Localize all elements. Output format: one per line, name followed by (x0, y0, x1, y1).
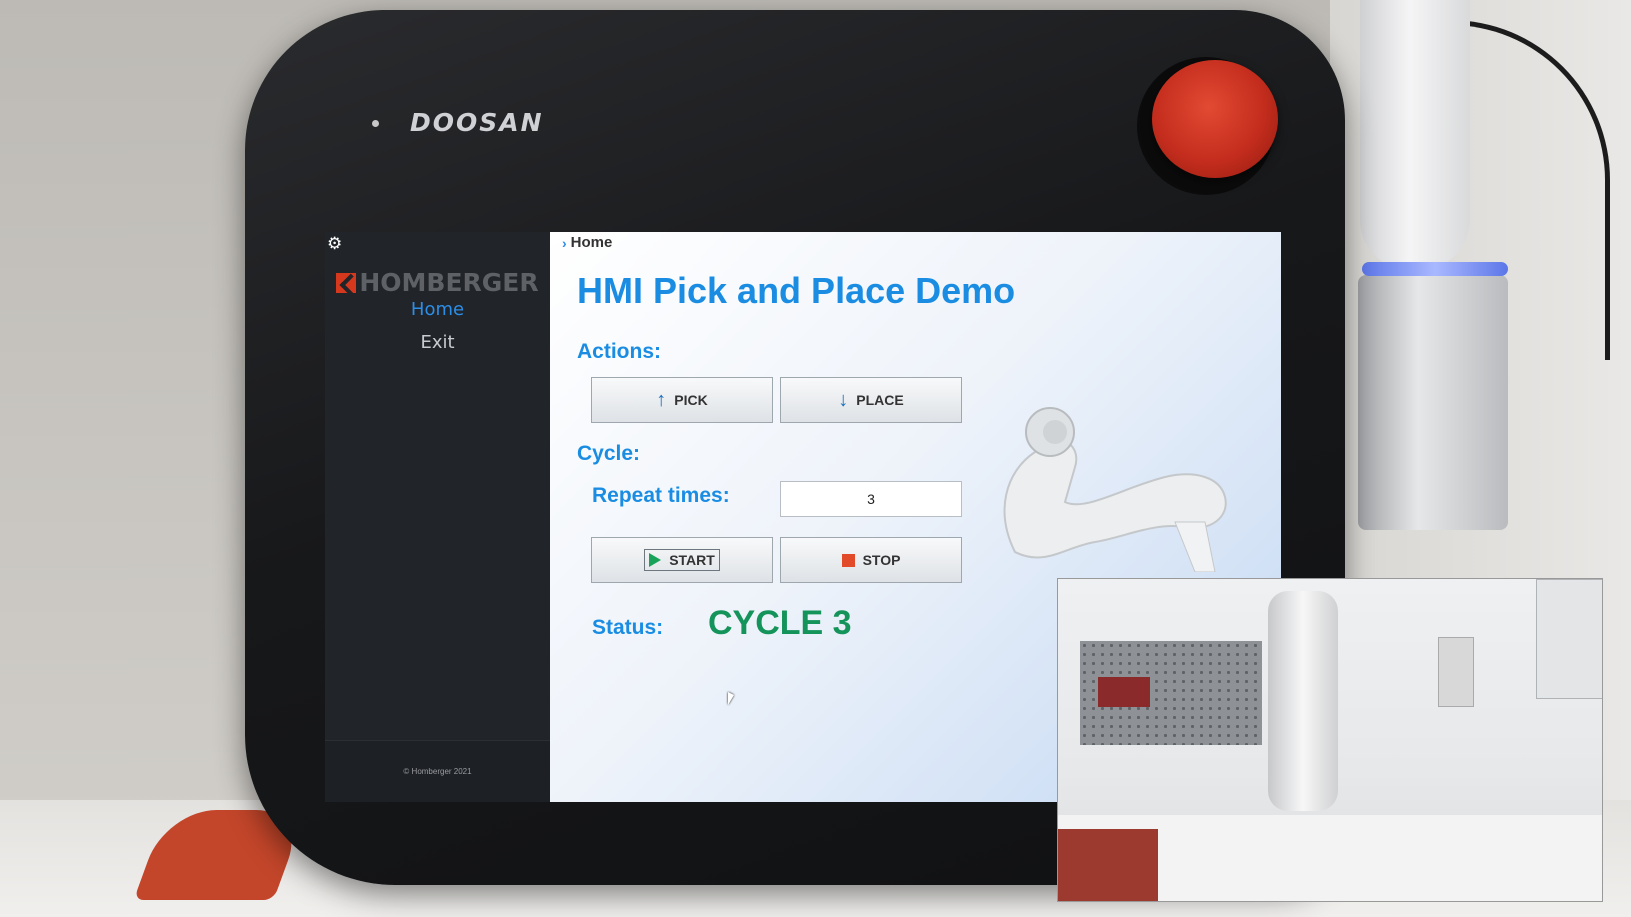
pick-button[interactable]: ↑ PICK (591, 377, 773, 423)
electrical-panel (1536, 579, 1602, 699)
arrow-up-icon: ↑ (656, 389, 667, 411)
sidebar: ⚙ HOMBERGER Home Exit © Homberger 2021 (325, 232, 550, 802)
sidebar-item-exit[interactable]: Exit (420, 332, 454, 353)
pendant-indicator-dot (372, 120, 379, 127)
start-button-content: START (644, 549, 720, 571)
robot-arm-lower (1358, 275, 1508, 530)
copyright-footer: © Homberger 2021 (325, 740, 550, 802)
place-button-label: PLACE (856, 392, 904, 408)
page-title: HMI Pick and Place Demo (577, 270, 1016, 311)
repeat-times-label: Repeat times: (592, 484, 730, 507)
cycle-heading: Cycle: (577, 442, 641, 465)
logo-text: HOMBERGER (359, 268, 539, 297)
actions-heading: Actions: (577, 340, 661, 363)
company-logo: HOMBERGER (336, 268, 539, 297)
gear-icon[interactable]: ⚙ (327, 234, 342, 254)
device-brand: DOOSAN (410, 108, 544, 137)
stop-button[interactable]: STOP (780, 537, 962, 583)
red-toolbox (1098, 677, 1150, 707)
breadcrumb-home[interactable]: Home (571, 234, 613, 251)
status-label: Status: (592, 616, 664, 639)
breadcrumb: › Home (562, 234, 612, 251)
red-cabinet (1058, 829, 1158, 901)
mouse-cursor-icon (728, 692, 734, 705)
wall-outlet (1438, 637, 1474, 707)
robot-arm-upper (1360, 0, 1470, 270)
logo-mark-icon (336, 272, 357, 293)
emergency-stop-button[interactable] (1152, 60, 1278, 178)
stop-button-label: STOP (862, 552, 901, 568)
place-button[interactable]: ↓ PLACE (780, 377, 962, 423)
start-button[interactable]: START (591, 537, 773, 583)
status-value: CYCLE 3 (708, 604, 852, 642)
stop-square-icon (841, 553, 855, 567)
chevron-right-icon: › (562, 234, 567, 251)
play-icon (649, 553, 662, 567)
inset-robot-arm (1268, 591, 1338, 811)
repeat-times-input[interactable] (780, 481, 962, 517)
pick-button-label: PICK (674, 392, 708, 408)
robot-status-led-ring (1362, 262, 1508, 276)
sidebar-item-home[interactable]: Home (411, 299, 464, 320)
arrow-down-icon: ↓ (838, 389, 849, 411)
start-button-label: START (669, 552, 715, 568)
camera-inset (1057, 578, 1603, 902)
robot-arm-illustration (1003, 407, 1227, 572)
